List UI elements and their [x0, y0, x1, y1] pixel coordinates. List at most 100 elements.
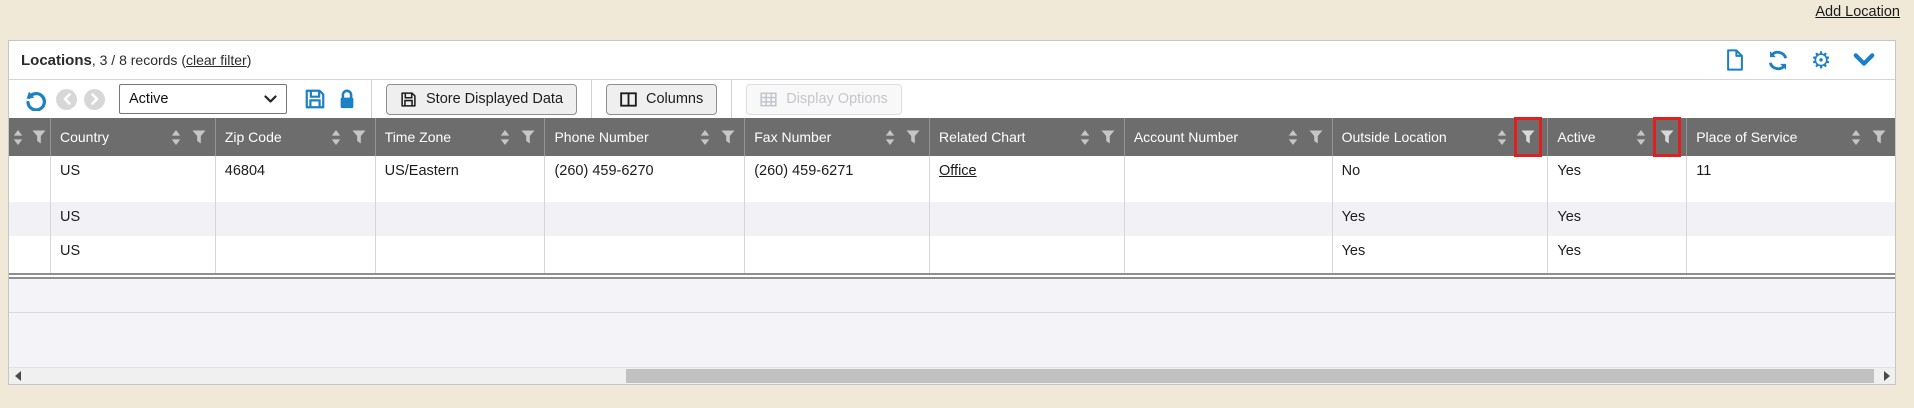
sort-icon[interactable] — [171, 130, 181, 145]
table-row[interactable]: US Yes Yes — [9, 202, 1895, 236]
cell-country: US — [51, 202, 216, 236]
filter-highlight-box — [1514, 117, 1542, 157]
scroll-left-arrow[interactable] — [9, 368, 26, 384]
display-options-button[interactable]: Display Options — [746, 84, 902, 115]
columns-button[interactable]: Columns — [606, 84, 717, 115]
cell-outside-location: No — [1333, 156, 1549, 202]
cell-zip-code: 46804 — [216, 156, 376, 202]
cell-account-number — [1125, 236, 1333, 273]
sort-icon[interactable] — [700, 130, 710, 145]
cell-phone-number: (260) 459-6270 — [545, 156, 745, 202]
column-header-related-chart[interactable]: Related Chart — [930, 118, 1125, 156]
page-title: Locations — [21, 52, 92, 69]
filter-funnel-icon[interactable] — [32, 130, 46, 144]
sort-icon[interactable] — [1288, 130, 1298, 145]
cell-place-of-service: 11 — [1687, 156, 1895, 202]
cell-fax-number — [745, 236, 930, 273]
cell-country: US — [51, 236, 216, 273]
cell-time-zone: US/Eastern — [376, 156, 546, 202]
new-document-icon[interactable] — [1724, 49, 1746, 71]
sort-icon[interactable] — [1497, 130, 1507, 145]
chevron-right-circle-icon[interactable] — [84, 89, 105, 110]
cell-phone-number — [545, 236, 745, 273]
column-header-country[interactable]: Country — [51, 118, 216, 156]
filter-funnel-icon[interactable] — [1872, 130, 1886, 144]
filter-funnel-icon[interactable] — [1309, 130, 1323, 144]
cell-related-chart — [930, 236, 1125, 273]
status-filter-value: Active — [129, 91, 169, 107]
cell-outside-location: Yes — [1333, 236, 1549, 273]
sort-icon[interactable] — [500, 130, 510, 145]
cell-time-zone — [376, 202, 546, 236]
column-header-phone-number[interactable]: Phone Number — [545, 118, 745, 156]
gear-icon[interactable]: ⚙ — [1810, 49, 1832, 71]
column-header-zip-code[interactable]: Zip Code — [216, 118, 376, 156]
clear-filter-link[interactable]: clear filter — [186, 52, 247, 68]
filter-funnel-icon[interactable] — [721, 130, 735, 144]
lock-icon[interactable] — [337, 88, 357, 110]
column-header-active[interactable]: Active — [1548, 118, 1687, 156]
panel-footer-band — [9, 279, 1895, 313]
table-row[interactable]: US 46804 US/Eastern (260) 459-6270 (260)… — [9, 156, 1895, 202]
table-row[interactable]: US Yes Yes — [9, 236, 1895, 273]
scroll-right-arrow[interactable] — [1878, 368, 1895, 384]
panel-action-icons: ⚙ — [1724, 49, 1883, 71]
cell-fax-number — [745, 202, 930, 236]
cell-account-number — [1125, 156, 1333, 202]
cell-outside-location: Yes — [1333, 202, 1549, 236]
select-chevron-down-icon — [264, 95, 277, 104]
column-header-outside-location[interactable]: Outside Location — [1333, 118, 1549, 156]
cell-active: Yes — [1548, 156, 1687, 202]
status-filter-select[interactable]: Active — [119, 84, 287, 114]
related-chart-link[interactable]: Office — [939, 163, 977, 179]
sort-icon[interactable] — [1851, 130, 1861, 145]
grid-table-icon — [760, 92, 777, 107]
sort-icon[interactable] — [1636, 130, 1646, 145]
save-floppy-icon — [400, 91, 417, 108]
chevron-left-circle-icon[interactable] — [56, 89, 77, 110]
filter-funnel-icon[interactable] — [906, 130, 920, 144]
cell-account-number — [1125, 202, 1333, 236]
locations-panel: Locations, 3 / 8 records (clear filter) — [8, 40, 1896, 385]
toolbar-divider — [731, 80, 732, 118]
table-header-row: Country Zip Code Time Zone — [9, 118, 1895, 156]
store-displayed-data-button[interactable]: Store Displayed Data — [386, 84, 577, 115]
filter-funnel-icon[interactable] — [1521, 130, 1535, 144]
add-location-link[interactable]: Add Location — [1815, 4, 1900, 20]
screen: Add Location Locations, 3 / 8 records (c… — [0, 0, 1914, 408]
column-header-place-of-service[interactable]: Place of Service — [1687, 118, 1895, 156]
filter-funnel-icon[interactable] — [1101, 130, 1115, 144]
chevron-down-icon[interactable] — [1853, 49, 1875, 71]
horizontal-scrollbar[interactable] — [9, 367, 1895, 384]
column-header-account-number[interactable]: Account Number — [1125, 118, 1333, 156]
records-count-text: , 3 / 8 records ( — [92, 52, 186, 68]
column-header-row-select[interactable] — [9, 118, 51, 156]
toolbar-divider — [591, 80, 592, 118]
cell-time-zone — [376, 236, 546, 273]
refresh-icon[interactable] — [1767, 49, 1789, 71]
cell-related-chart: Office — [930, 156, 1125, 202]
scrollbar-thumb[interactable] — [626, 369, 1874, 383]
sort-icon[interactable] — [885, 130, 895, 145]
filter-funnel-icon[interactable] — [352, 130, 366, 144]
toolbar-divider — [371, 80, 372, 118]
column-header-fax-number[interactable]: Fax Number — [745, 118, 930, 156]
cell-active: Yes — [1548, 202, 1687, 236]
filter-highlight-box — [1653, 117, 1681, 157]
columns-icon — [620, 92, 637, 107]
cell-related-chart — [930, 202, 1125, 236]
cell-zip-code — [216, 202, 376, 236]
undo-rotate-left-icon[interactable] — [23, 86, 49, 112]
column-header-time-zone[interactable]: Time Zone — [376, 118, 546, 156]
cell-country: US — [51, 156, 216, 202]
sort-icon[interactable] — [1080, 130, 1090, 145]
filter-funnel-icon[interactable] — [192, 130, 206, 144]
filter-funnel-icon[interactable] — [521, 130, 535, 144]
cell-place-of-service — [1687, 236, 1895, 273]
sort-icon[interactable] — [13, 130, 23, 145]
cell-zip-code — [216, 236, 376, 273]
save-floppy-icon[interactable] — [304, 88, 326, 110]
filter-funnel-icon[interactable] — [1660, 130, 1674, 144]
sort-icon[interactable] — [331, 130, 341, 145]
cell-place-of-service — [1687, 202, 1895, 236]
